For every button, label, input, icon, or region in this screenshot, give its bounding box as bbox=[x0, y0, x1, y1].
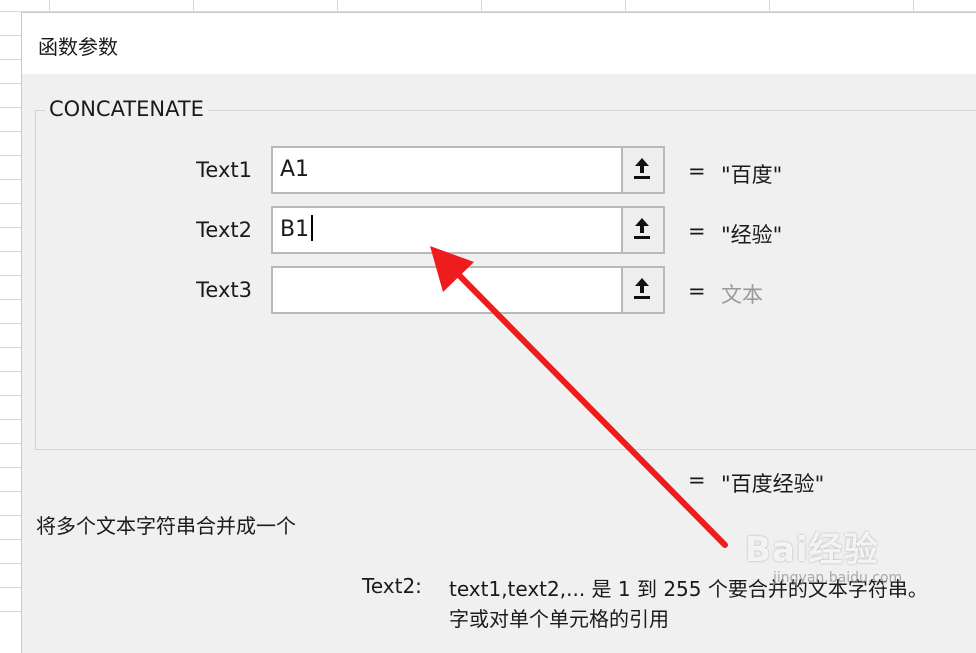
arrow-shaft bbox=[449, 265, 728, 548]
watermark-logo: Bai经验 bbox=[745, 530, 879, 570]
baidu-jingyan-watermark: Bai经验 jingyan.baidu.com bbox=[745, 522, 902, 586]
watermark-sub: jingyan.baidu.com bbox=[773, 570, 903, 586]
